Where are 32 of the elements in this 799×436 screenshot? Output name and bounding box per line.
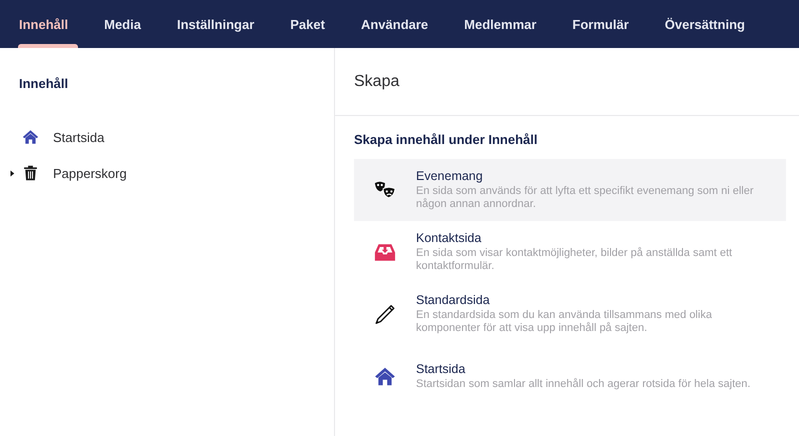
option-name: Standardsida bbox=[416, 293, 491, 307]
inbox-icon bbox=[374, 242, 396, 262]
option-description: En sida som visar kontaktmöjligheter, bilder på anställda samt ett kontaktformulär. bbox=[416, 247, 734, 273]
nav-tab[interactable]: Medlemmar bbox=[453, 0, 554, 48]
document-type-option[interactable]: Startsida Startsidan som samlar allt innehåll och agerar rotsida för hela sajten. bbox=[354, 345, 786, 407]
house-icon bbox=[22, 129, 39, 145]
option-description: Startsidan som samlar allt innehåll och agerar rotsida för hela sajten. bbox=[416, 378, 752, 390]
option-description: En standardsida som du kan använda tillsammans med olika komponenter för att visa upp innehåll på sajten. bbox=[416, 309, 713, 335]
house-icon bbox=[374, 366, 396, 386]
tree-title: Innehåll bbox=[19, 76, 70, 91]
panel-title: Skapa bbox=[354, 72, 400, 90]
document-type-option[interactable]: Kontaktsida En sida som visar kontaktmöjligheter, bilder på anställda samt ett kontaktformulär. bbox=[354, 221, 786, 283]
nav-tab[interactable]: Formulär bbox=[561, 0, 647, 48]
nav-tab[interactable]: Användare bbox=[350, 0, 446, 48]
option-name: Kontaktsida bbox=[416, 231, 482, 245]
pencil-icon bbox=[374, 304, 396, 324]
document-type-option[interactable]: Evenemang En sida som används för att lyfta ett specifikt evenemang som ni eller någon annan annordnar. bbox=[354, 159, 786, 221]
nav-tab[interactable]: Media bbox=[93, 0, 159, 48]
nav-tab[interactable]: Översättning bbox=[654, 0, 763, 48]
trash-icon bbox=[22, 165, 39, 181]
option-name: Startsida bbox=[416, 362, 466, 376]
nav-tab[interactable]: Paket bbox=[279, 0, 343, 48]
tree-item-label[interactable]: Papperskorg bbox=[53, 166, 127, 180]
document-type-option[interactable]: Standardsida En standardsida som du kan använda tillsammans med olika komponenter för att visa upp innehåll på sajten. bbox=[354, 283, 786, 345]
theater-masks-icon bbox=[374, 180, 396, 200]
section-heading: Skapa innehåll under Innehåll bbox=[354, 132, 538, 147]
tree-item-label[interactable]: Startsida bbox=[53, 130, 104, 144]
option-name: Evenemang bbox=[416, 169, 484, 183]
nav-tab[interactable]: Innehåll bbox=[8, 0, 86, 48]
caret-icon[interactable] bbox=[9, 170, 15, 176]
option-description: En sida som används för att lyfta ett specifikt evenemang som ni eller någon annan annordnar. bbox=[416, 185, 754, 211]
nav-tab[interactable]: Inställningar bbox=[166, 0, 272, 48]
